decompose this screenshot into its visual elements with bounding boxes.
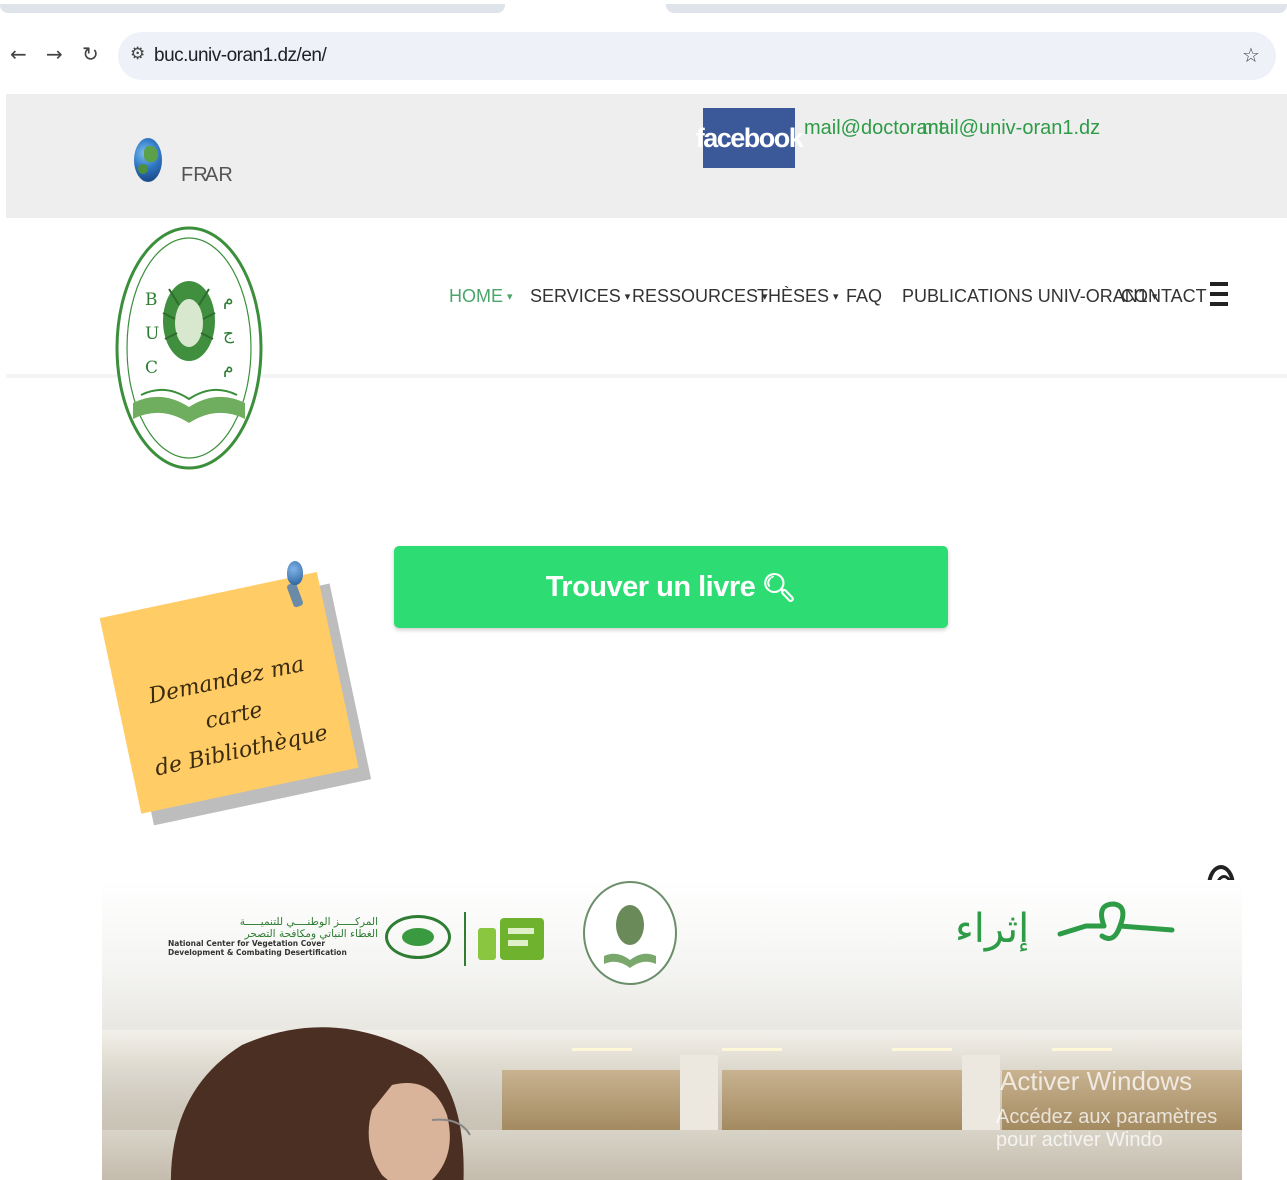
- logo-letter-jeem: ج: [223, 324, 234, 344]
- mail-univ-link[interactable]: mail@univ-oran1.dz: [922, 117, 1100, 140]
- nav-home[interactable]: HOME ▾: [449, 286, 513, 307]
- language-ar-link[interactable]: AR: [205, 164, 233, 187]
- site-settings-icon[interactable]: ⚙: [130, 44, 145, 64]
- nav-ressources-label: RESSOURCES: [632, 286, 759, 306]
- national-center-en-line-2: Development & Combating Desertification: [168, 947, 347, 957]
- library-card-note[interactable]: Demandez ma carte de Bibliothèque: [99, 570, 372, 826]
- light-stripe: [722, 1048, 782, 1051]
- hamburger-menu-icon[interactable]: [1210, 282, 1228, 308]
- bookshelf: [502, 1070, 682, 1132]
- buc-logo[interactable]: B U C م ج م: [113, 223, 265, 473]
- activate-windows-subtitle: Accédez aux paramètres pour activer Wind…: [996, 1106, 1218, 1151]
- nav-faq[interactable]: FAQ: [846, 286, 882, 307]
- pushpin-icon: [287, 561, 303, 585]
- find-book-label: Trouver un livre: [545, 570, 756, 603]
- logo-letter-meem: م: [223, 290, 234, 310]
- buc-logo-small: [583, 881, 677, 985]
- language-fr-link[interactable]: FR: [181, 164, 208, 187]
- nav-faq-label: FAQ: [846, 286, 883, 306]
- activate-windows-title: Activer Windows: [1000, 1066, 1193, 1096]
- nav-services-label: SERVICES: [530, 286, 621, 306]
- nav-publications[interactable]: PUBLICATIONS UNIV-ORAN1 ▾: [902, 286, 1157, 307]
- national-center-arabic-name: المركـــــز الوطنــــي للتنميـــــة الغط…: [168, 916, 378, 940]
- facebook-link[interactable]: facebook: [696, 108, 804, 168]
- green-initiative-logo: [478, 918, 544, 960]
- tab-strip: [0, 0, 1287, 24]
- logo-divider: [464, 912, 466, 966]
- globe-icon: [134, 138, 162, 182]
- chevron-down-icon: ▾: [624, 290, 631, 303]
- ithra-logo-icon: [1057, 901, 1175, 941]
- nav-publications-label: PUBLICATIONS UNIV-ORAN1: [902, 286, 1148, 306]
- pillar: [680, 1055, 718, 1135]
- nav-services[interactable]: SERVICES ▾: [530, 286, 630, 307]
- pillar: [962, 1055, 1000, 1135]
- tab-shape[interactable]: [666, 4, 1287, 13]
- logo-letter-b: B: [145, 290, 158, 310]
- reload-icon[interactable]: ↻: [82, 42, 99, 66]
- url-text[interactable]: buc.univ-oran1.dz/en/: [154, 45, 327, 67]
- forward-arrow-icon[interactable]: →: [46, 42, 63, 66]
- find-book-button[interactable]: Trouver un livre 🔍︎: [394, 546, 948, 628]
- ithra-logo-text: إثراء: [955, 906, 1030, 952]
- bookshelf: [722, 1070, 962, 1132]
- light-stripe: [892, 1048, 952, 1051]
- logo-letter-c: C: [145, 358, 158, 378]
- national-center-emblem-icon: [385, 915, 451, 959]
- tab-shape[interactable]: [0, 4, 505, 13]
- nav-ressources[interactable]: RESSOURCES ▾: [632, 286, 768, 307]
- search-icon: 🔍︎: [761, 570, 797, 604]
- nav-contact[interactable]: CONTACT: [1121, 286, 1207, 307]
- address-bar[interactable]: ⚙ buc.univ-oran1.dz/en/: [118, 32, 1276, 80]
- nav-theses-label: THÈSES: [757, 286, 830, 306]
- top-bar: [6, 94, 1287, 218]
- light-stripe: [572, 1048, 632, 1051]
- logo-letter-meem-2: م: [223, 358, 234, 378]
- nav-theses[interactable]: THÈSES ▾: [757, 286, 839, 307]
- nav-home-label: HOME: [449, 286, 503, 306]
- chevron-down-icon: ▾: [833, 290, 839, 303]
- national-center-ar-line-1: المركـــــز الوطنــــي للتنميـــــة: [239, 916, 378, 928]
- back-arrow-icon[interactable]: ←: [10, 42, 27, 66]
- light-stripe: [1052, 1048, 1112, 1051]
- reader-woman-image: [170, 1027, 471, 1180]
- logo-letter-u: U: [145, 324, 159, 344]
- nav-contact-label: CONTACT: [1121, 286, 1207, 306]
- national-center-english-name: National Center for Vegetation Cover Dev…: [168, 939, 378, 957]
- bookmark-star-icon[interactable]: ☆: [1242, 43, 1260, 67]
- chevron-down-icon: ▾: [507, 290, 513, 303]
